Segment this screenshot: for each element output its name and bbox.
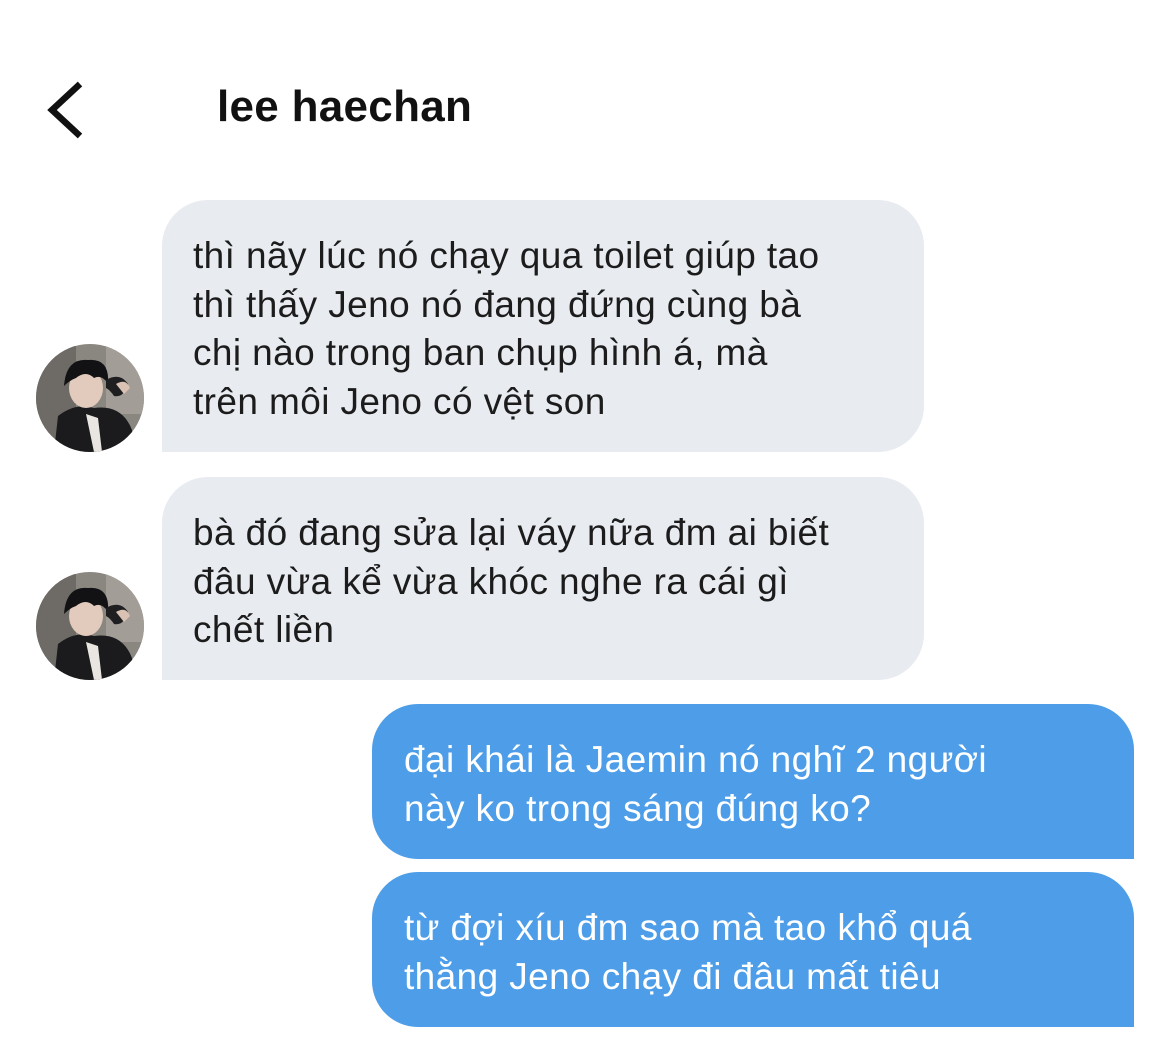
chevron-left-icon: [47, 81, 83, 139]
back-button[interactable]: [38, 72, 98, 148]
contact-name[interactable]: lee haechan: [217, 82, 472, 132]
avatar-photo: [36, 572, 144, 680]
chat-header: lee haechan: [0, 0, 1169, 170]
message-bubble-outgoing[interactable]: đại khái là Jaemin nó nghĩ 2 người này k…: [372, 704, 1134, 859]
message-bubble-incoming[interactable]: bà đó đang sửa lại váy nữa đm ai biết đâ…: [162, 477, 924, 680]
contact-avatar[interactable]: [36, 344, 144, 452]
avatar-photo: [36, 344, 144, 452]
message-bubble-outgoing[interactable]: từ đợi xíu đm sao mà tao khổ quá thằng J…: [372, 872, 1134, 1027]
contact-avatar[interactable]: [36, 572, 144, 680]
message-bubble-incoming[interactable]: thì nãy lúc nó chạy qua toilet giúp tao …: [162, 200, 924, 452]
